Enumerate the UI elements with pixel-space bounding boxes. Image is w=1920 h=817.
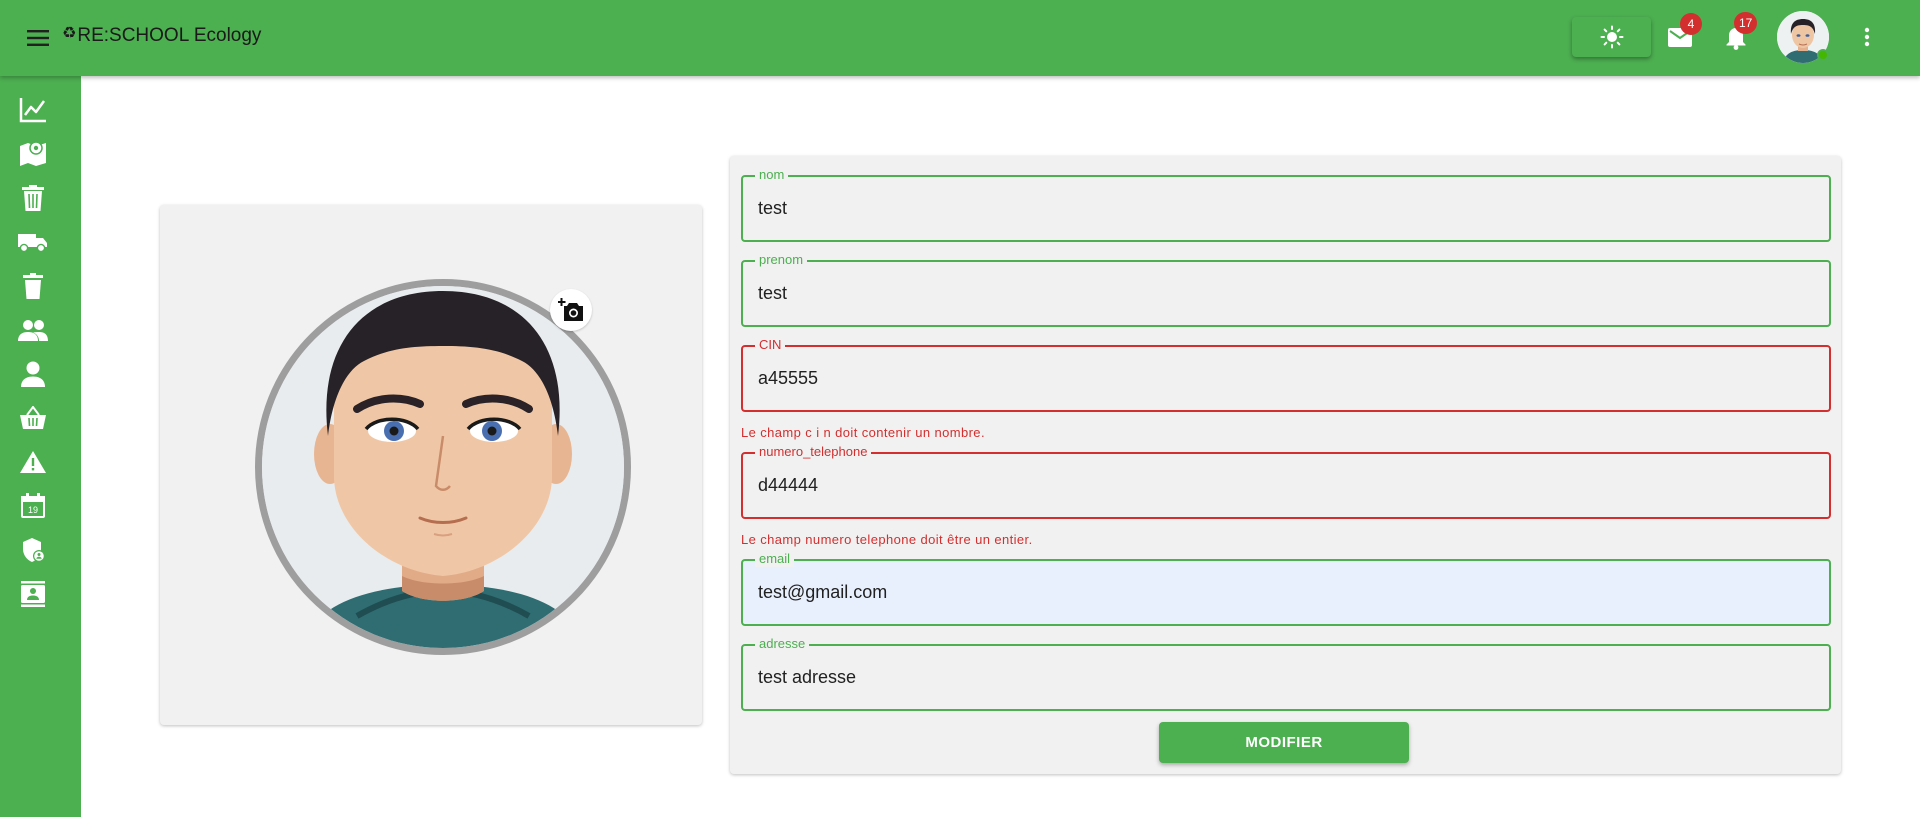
prenom-field: prenom (741, 252, 1831, 327)
calendar-icon: 19 (21, 493, 45, 518)
person-icon (21, 361, 45, 387)
app-bar: ♻RE:SCHOOL Ecology 4 17 (0, 0, 1920, 76)
telephone-field: numero_telephone (741, 444, 1831, 519)
sun-icon (1600, 25, 1623, 49)
sidebar-item-calendar[interactable]: 19 (16, 489, 50, 523)
nom-field: nom (741, 167, 1831, 242)
email-field: email (741, 551, 1831, 626)
profile-avatar-image (262, 286, 624, 648)
more-options-button[interactable] (1847, 17, 1887, 57)
calendar-day-label: 19 (28, 505, 38, 515)
change-photo-button[interactable] (550, 289, 592, 331)
adresse-field: adresse (741, 636, 1831, 711)
add-camera-icon (558, 298, 583, 321)
app-title-text: RE:SCHOOL Ecology (77, 25, 262, 46)
sidebar-item-trucks[interactable] (16, 225, 50, 259)
truck-icon (18, 234, 47, 253)
adresse-input[interactable] (758, 646, 1808, 709)
sidebar-item-shop[interactable] (16, 401, 50, 435)
online-status-dot (1817, 49, 1829, 61)
mail-count-badge: 4 (1680, 13, 1702, 35)
sidebar-item-bins[interactable] (16, 181, 50, 215)
cin-error-text: Le champ c i n doit contenir un nombre. (741, 425, 985, 440)
warning-icon (20, 451, 46, 473)
sidebar-item-alerts[interactable] (16, 445, 50, 479)
modifier-button[interactable]: MODIFIER (1159, 722, 1409, 763)
sidebar-item-groups[interactable] (16, 313, 50, 347)
cin-field: CIN (741, 337, 1831, 412)
cin-input[interactable] (758, 347, 1808, 410)
sidebar-item-admins[interactable] (16, 533, 50, 567)
notification-count-badge: 17 (1734, 12, 1758, 34)
profile-picture (255, 279, 631, 655)
more-vert-icon (1864, 27, 1870, 47)
chart-icon (19, 98, 46, 123)
contact-card-icon (21, 581, 45, 607)
telephone-input[interactable] (758, 454, 1808, 517)
sidebar-item-map[interactable] (16, 137, 50, 171)
admin-shield-icon (23, 538, 45, 562)
email-input[interactable] (758, 561, 1808, 624)
sidebar-item-users[interactable] (16, 357, 50, 391)
sidebar: 19 (0, 76, 81, 817)
group-icon (18, 320, 48, 341)
telephone-error-text: Le champ numero telephone doit être un e… (741, 532, 1033, 547)
trash-bin-icon (22, 185, 44, 211)
map-icon (20, 141, 46, 166)
theme-toggle-button[interactable] (1572, 17, 1651, 57)
delete-icon (23, 273, 43, 299)
basket-icon (20, 406, 46, 429)
prenom-input[interactable] (758, 262, 1808, 325)
sidebar-item-waste[interactable] (16, 269, 50, 303)
recycle-icon: ♻ (62, 25, 77, 42)
hamburger-icon (27, 30, 49, 46)
profile-form: nom prenom CIN Le champ c i n doit conte… (730, 156, 1841, 774)
nom-input[interactable] (758, 177, 1808, 240)
app-title: ♻RE:SCHOOL Ecology (62, 23, 261, 47)
sidebar-item-contacts[interactable] (16, 577, 50, 611)
profile-picture-card (160, 205, 702, 725)
sidebar-item-statistics[interactable] (16, 93, 50, 127)
menu-button[interactable] (22, 22, 54, 54)
